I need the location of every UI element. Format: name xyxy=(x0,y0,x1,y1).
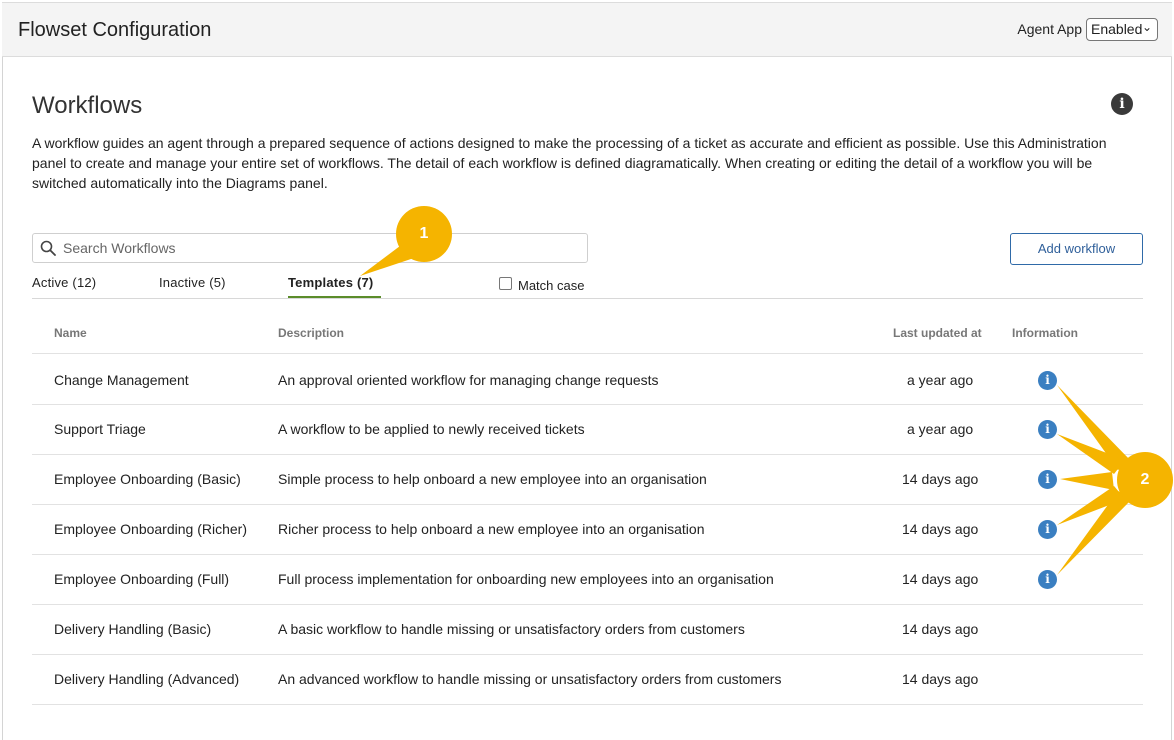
callout-1: 1 xyxy=(396,206,452,262)
annotation-overlay xyxy=(360,246,1133,575)
callout-2-pointer-3 xyxy=(1060,472,1114,490)
callout-2: 2 xyxy=(1117,452,1173,508)
